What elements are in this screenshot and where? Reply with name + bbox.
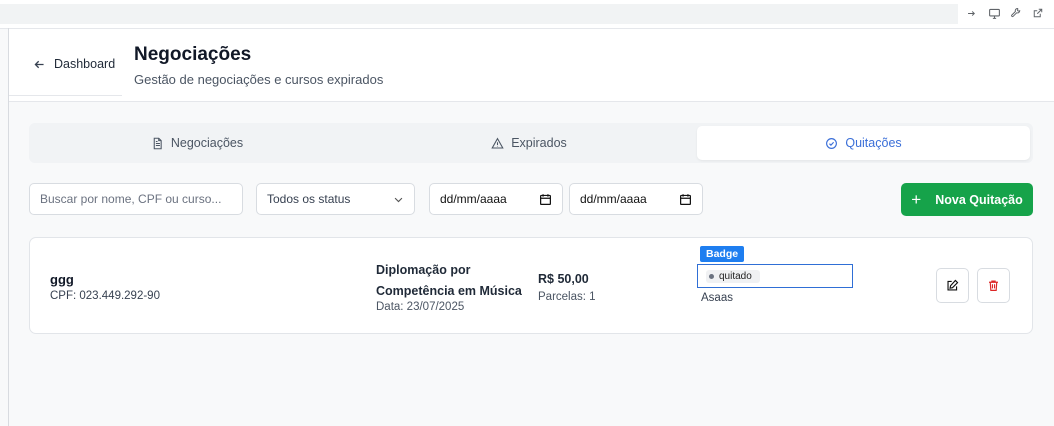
client-cpf: CPF: 023.449.292-90 [50,290,160,302]
amount: R$ 50,00 [538,272,589,286]
status-badge-outline: quitado [697,264,853,288]
delete-button[interactable] [977,268,1010,303]
date-from-value: dd/mm/aaaa [440,192,507,206]
divider [9,95,122,96]
tab-label: Quitações [845,136,902,150]
new-quitacao-label: Nova Quitação [935,192,1023,207]
page-subtitle: Gestão de negociações e cursos expirados [134,72,384,87]
installments: Parcelas: 1 [538,291,596,303]
date-to-value: dd/mm/aaaa [580,192,647,206]
check-circle-icon [826,137,838,149]
status-dot-icon [709,273,714,279]
edit-button[interactable] [936,268,969,303]
status-label: quitado [719,270,752,282]
alert-triangle-icon [491,137,504,148]
tab-expirados[interactable]: Expirados [364,126,694,160]
arrow-left-icon [34,60,44,68]
trash-icon [989,280,998,291]
chevron-down-icon [394,197,403,202]
external-link-icon[interactable] [1030,5,1046,21]
tab-label: Negociações [170,136,244,150]
status-select-value: Todos os status [267,192,351,206]
back-to-dashboard-link[interactable]: Dashboard [33,57,115,71]
new-quitacao-button[interactable]: + Nova Quitação [901,183,1033,216]
address-bar[interactable] [0,4,958,24]
date-from-input[interactable]: dd/mm/aaaa [429,183,563,215]
wrench-icon[interactable] [1008,5,1024,21]
status-badge: quitado [706,269,760,283]
tab-label: Expirados [511,136,567,150]
back-label: Dashboard [54,57,116,71]
client-name: ggg [50,272,74,287]
file-text-icon [153,137,162,149]
quitacao-card: ggg CPF: 023.449.292-90 Diplomação por C… [29,237,1033,334]
page-title: Negociações [134,44,252,65]
date-to-input[interactable]: dd/mm/aaaa [569,183,703,215]
search-input[interactable] [29,183,243,215]
arrow-right-icon[interactable] [963,5,979,21]
page-header: Dashboard Negociações Gestão de negociaç… [9,29,1054,102]
record-date: Data: 23/07/2025 [376,301,465,313]
plus-icon: + [911,190,922,209]
browser-toolbar [0,0,1054,29]
calendar-icon[interactable] [539,193,552,206]
badge-tag: Badge [700,246,745,262]
edit-icon [947,279,959,291]
status-select[interactable]: Todos os status [256,183,415,215]
course-name: Diplomação por Competência em Música [376,263,522,298]
tab-list: Negociações Expirados Quitações [29,123,1033,163]
tab-negociacoes[interactable]: Negociações [32,126,362,160]
tab-quitacoes[interactable]: Quitações [697,126,1030,160]
calendar-icon[interactable] [679,193,692,206]
monitor-icon[interactable] [986,5,1002,21]
payment-gateway: Asaas [701,292,733,304]
